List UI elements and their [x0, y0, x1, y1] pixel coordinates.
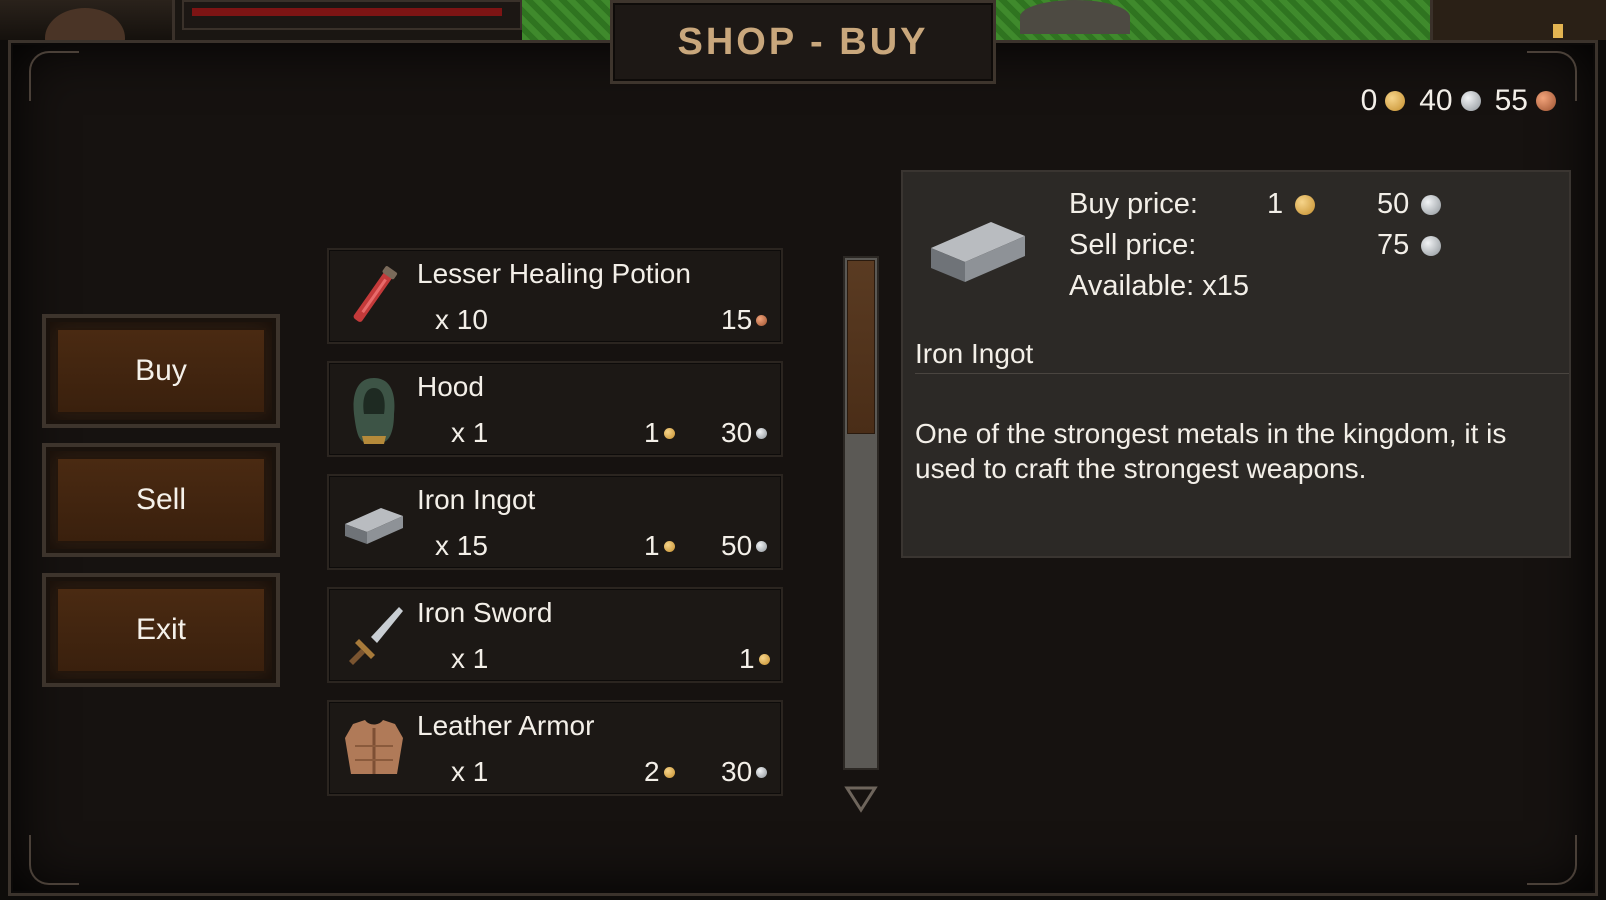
item-quantity: x 1	[451, 643, 489, 674]
buy-price-silver: 50	[1377, 188, 1442, 221]
item-price-value: 1	[739, 643, 755, 674]
sword-icon	[339, 601, 409, 671]
copper-coin-icon	[1536, 91, 1556, 111]
exit-button[interactable]: Exit	[42, 573, 280, 687]
sell-button-label: Sell	[135, 483, 187, 516]
rock	[1020, 0, 1130, 34]
item-price-silver-value: 50	[721, 530, 753, 561]
title-plate: SHOP - BUY	[610, 0, 996, 84]
item-name: Iron Sword	[417, 597, 553, 628]
buy-price-gold: 1	[1267, 188, 1316, 221]
item-quantity: x 10	[435, 304, 488, 335]
page-title: SHOP - BUY	[677, 20, 929, 63]
ingot-icon	[339, 488, 409, 558]
buy-button-label: Buy	[135, 354, 187, 387]
item-quantity: x 1	[451, 756, 489, 787]
health-bar	[182, 0, 522, 30]
item-price-silver: 30	[721, 756, 768, 788]
buy-button[interactable]: Buy	[42, 314, 280, 428]
buy-price-label: Buy price:	[1069, 188, 1198, 220]
sell-price-label: Sell price:	[1069, 229, 1197, 261]
gold-coin-icon	[1385, 91, 1406, 111]
scrollbar-thumb[interactable]	[847, 260, 875, 434]
item-price: 1	[739, 643, 770, 675]
copper-value: 55	[1494, 84, 1528, 117]
item-name: Hood	[417, 371, 484, 402]
item-detail-panel: Buy price: 1 50 Sell price: 75 Available…	[901, 170, 1571, 558]
gold-coin-icon	[1295, 194, 1316, 215]
item-list-scrollbar[interactable]	[843, 256, 879, 770]
grass-tile	[522, 0, 612, 40]
item-price-gold: 1	[644, 530, 675, 562]
item-name: Leather Armor	[417, 710, 595, 741]
item-price-gold-value: 2	[644, 756, 660, 787]
sell-button[interactable]: Sell	[42, 443, 280, 557]
armor-icon	[339, 714, 409, 784]
detail-item-name: Iron Ingot	[915, 338, 1034, 369]
buy-price-gold-value: 1	[1267, 188, 1284, 220]
item-price-silver: 30	[721, 417, 768, 449]
exit-button-label: Exit	[135, 613, 186, 646]
divider	[915, 373, 1569, 374]
silver-coin-icon	[756, 427, 768, 439]
item-price-value: 15	[721, 304, 753, 335]
corner-ornament	[29, 51, 79, 101]
copper-amount: 55	[1495, 84, 1556, 118]
item-name: Lesser Healing Potion	[417, 258, 691, 289]
potion-icon	[339, 262, 409, 332]
corner-ornament	[29, 835, 79, 885]
gold-amount: 0	[1361, 84, 1406, 118]
item-name: Iron Ingot	[417, 484, 536, 515]
shop-item-iron-ingot[interactable]: Iron Ingot x 15 1 50	[327, 474, 783, 570]
silver-value: 40	[1419, 84, 1453, 117]
currency-display: 0 40 55	[1361, 84, 1556, 118]
shop-item-leather-armor[interactable]: Leather Armor x 1 2 30	[327, 700, 783, 796]
shop-item-lesser-healing-potion[interactable]: Lesser Healing Potion x 10 15	[327, 248, 783, 344]
silver-amount: 40	[1419, 84, 1481, 118]
health-bar-fill	[192, 8, 502, 16]
item-quantity: x 15	[435, 530, 488, 561]
gold-coin-icon	[663, 766, 675, 778]
silver-coin-icon	[756, 540, 768, 552]
silver-coin-icon	[1421, 194, 1442, 215]
item-price-gold-value: 1	[644, 530, 660, 561]
lamp-icon	[1553, 24, 1563, 38]
gold-value: 0	[1360, 84, 1378, 117]
player-portrait	[0, 0, 175, 40]
item-price-gold: 1	[644, 417, 675, 449]
item-price-gold-value: 1	[644, 417, 660, 448]
corner-ornament	[1527, 835, 1577, 885]
scroll-down-arrow-icon[interactable]	[843, 784, 879, 814]
copper-coin-icon	[756, 314, 768, 326]
available-count: Available: x15	[1069, 270, 1250, 302]
item-price-silver-value: 30	[721, 756, 753, 787]
corner-ui	[1430, 0, 1606, 40]
buy-price-silver-value: 50	[1377, 188, 1410, 220]
player-face	[45, 8, 125, 40]
hood-icon	[339, 375, 409, 445]
item-price: 15	[721, 304, 768, 336]
item-description: One of the strongest metals in the kingd…	[915, 418, 1507, 484]
shop-item-iron-sword[interactable]: Iron Sword x 1 1	[327, 587, 783, 683]
item-quantity: x 1	[451, 417, 489, 448]
silver-coin-icon	[1421, 235, 1442, 256]
shop-item-hood[interactable]: Hood x 1 1 30	[327, 361, 783, 457]
sell-price-silver-value: 75	[1377, 229, 1410, 261]
silver-coin-icon	[756, 766, 768, 778]
silver-coin-icon	[1460, 91, 1481, 111]
gold-coin-icon	[663, 540, 675, 552]
ingot-icon	[925, 208, 1029, 288]
item-price-gold: 2	[644, 756, 675, 788]
gold-coin-icon	[758, 653, 770, 665]
gold-coin-icon	[663, 427, 675, 439]
item-price-silver-value: 30	[721, 417, 753, 448]
sell-price-silver: 75	[1377, 229, 1442, 262]
item-price-silver: 50	[721, 530, 768, 562]
